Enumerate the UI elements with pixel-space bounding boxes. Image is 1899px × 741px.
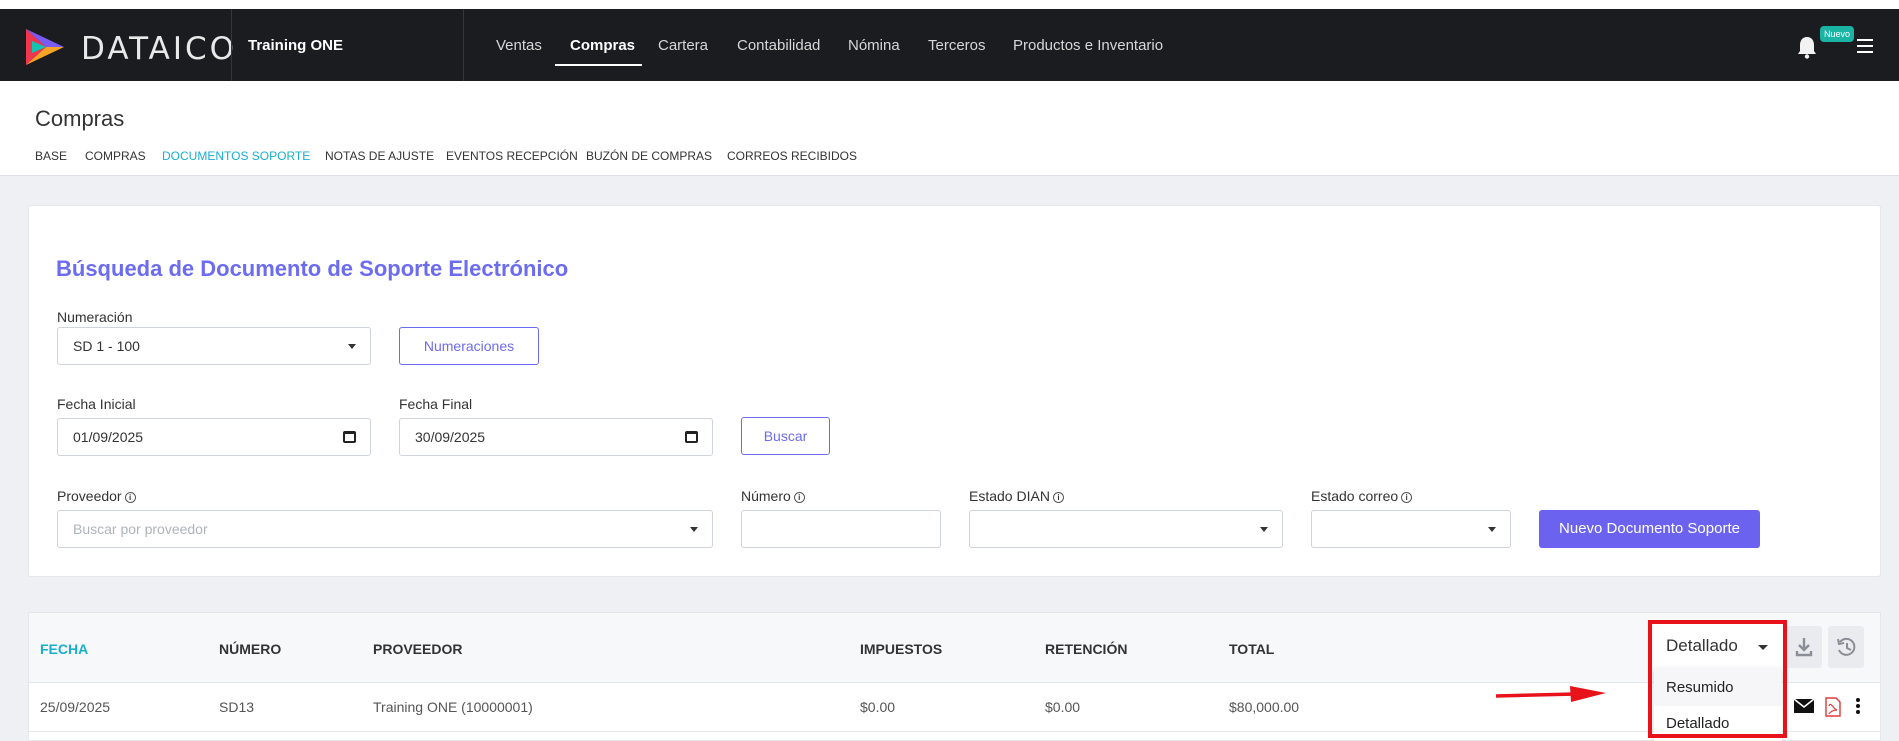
row-impuestos: $0.00 (860, 699, 896, 715)
results-table: FECHA NÚMERO PROVEEDOR IMPUESTOS RETENCI… (28, 612, 1881, 741)
column-retencion: RETENCIÓN (1045, 641, 1128, 657)
more-vertical-icon[interactable] (1855, 697, 1861, 715)
column-numero: NÚMERO (219, 641, 282, 657)
nav-nomina[interactable]: Nómina (848, 37, 900, 54)
download-icon (1795, 638, 1813, 657)
info-icon[interactable]: i (1401, 492, 1413, 503)
fecha-final-value: 30/09/2025 (415, 429, 486, 445)
row-proveedor: Training ONE (10000001) (373, 699, 533, 715)
row-divider (29, 731, 1880, 732)
nav-cartera[interactable]: Cartera (658, 37, 708, 54)
row-fecha: 25/09/2025 (40, 699, 111, 715)
divider (463, 9, 464, 81)
buscar-button[interactable]: Buscar (741, 417, 830, 455)
tab-base[interactable]: BASE (35, 149, 67, 163)
tab-compras[interactable]: COMPRAS (85, 149, 146, 163)
tab-correos-recibidos[interactable]: CORREOS RECIBIDOS (727, 149, 857, 163)
calendar-icon[interactable] (343, 431, 356, 443)
divider (231, 9, 232, 81)
arrow-annotation-icon (1495, 686, 1606, 702)
nav-productos-inventario[interactable]: Productos e Inventario (1013, 37, 1163, 54)
nuevo-documento-soporte-button[interactable]: Nuevo Documento Soporte (1539, 510, 1760, 548)
hamburger-menu-icon[interactable] (1857, 39, 1873, 53)
new-badge: Nuevo (1820, 26, 1854, 42)
nav-terceros[interactable]: Terceros (928, 37, 986, 54)
estado-dian-label-text: Estado DIAN (969, 488, 1050, 504)
estado-dian-label: Estado DIAN i (969, 488, 1064, 504)
column-fecha[interactable]: FECHA (40, 641, 88, 657)
nav-active-indicator (555, 64, 642, 66)
row-retencion: $0.00 (1045, 699, 1081, 715)
table-header: FECHA NÚMERO PROVEEDOR IMPUESTOS RETENCI… (29, 613, 1880, 683)
tab-documentos-soporte[interactable]: DOCUMENTOS SOPORTE (162, 149, 310, 163)
bell-icon[interactable] (1796, 35, 1818, 59)
fecha-inicial-input[interactable]: 01/09/2025 (57, 418, 371, 456)
nav-compras[interactable]: Compras (570, 37, 635, 54)
pdf-icon[interactable] (1825, 697, 1841, 717)
tab-eventos-recepcion[interactable]: EVENTOS RECEPCIÓN (446, 149, 578, 163)
proveedor-placeholder: Buscar por proveedor (73, 521, 208, 537)
fecha-final-label: Fecha Final (399, 396, 473, 412)
row-total: $80,000.00 (1229, 699, 1300, 715)
fecha-inicial-value: 01/09/2025 (73, 429, 144, 445)
numeracion-label: Numeración (57, 309, 133, 325)
nav-contabilidad[interactable]: Contabilidad (737, 37, 820, 54)
search-title: Búsqueda de Documento de Soporte Electró… (56, 256, 569, 281)
page-header: Compras BASE COMPRAS DOCUMENTOS SOPORTE … (0, 81, 1899, 176)
company-name[interactable]: Training ONE (248, 37, 343, 54)
history-icon (1837, 637, 1856, 656)
proveedor-select[interactable]: Buscar por proveedor (57, 510, 713, 548)
numero-input[interactable] (741, 510, 941, 548)
numeracion-value: SD 1 - 100 (73, 338, 140, 354)
numero-label: Número i (741, 488, 805, 504)
email-icon[interactable] (1793, 697, 1815, 715)
estado-correo-select[interactable] (1311, 510, 1511, 548)
calendar-icon[interactable] (685, 431, 698, 443)
column-proveedor: PROVEEDOR (373, 641, 463, 657)
history-button[interactable] (1828, 626, 1864, 668)
tab-notas-ajuste[interactable]: NOTAS DE AJUSTE (325, 149, 434, 163)
download-button[interactable] (1786, 626, 1822, 668)
row-numero[interactable]: SD13 (219, 699, 254, 715)
numeraciones-button[interactable]: Numeraciones (399, 327, 539, 365)
info-icon[interactable]: i (124, 492, 136, 503)
top-strip (0, 0, 1899, 9)
page-title: Compras (35, 106, 125, 131)
estado-correo-label: Estado correo i (1311, 488, 1413, 504)
info-icon[interactable]: i (793, 492, 805, 503)
fecha-final-input[interactable]: 30/09/2025 (399, 418, 713, 456)
dataico-logo-icon (26, 29, 64, 65)
numero-label-text: Número (741, 488, 791, 504)
column-total: TOTAL (1229, 641, 1275, 657)
proveedor-label-text: Proveedor (57, 488, 122, 504)
brand-name: DATAICO (81, 31, 238, 67)
nav-ventas[interactable]: Ventas (496, 37, 542, 54)
estado-dian-select[interactable] (969, 510, 1283, 548)
proveedor-label: Proveedor i (57, 488, 136, 504)
column-impuestos: IMPUESTOS (860, 641, 943, 657)
tab-buzon-compras[interactable]: BUZÓN DE COMPRAS (586, 149, 712, 163)
navbar: DATAICO Training ONE Ventas Compras Cart… (0, 9, 1899, 81)
highlight-box (1648, 620, 1787, 738)
numeracion-select[interactable]: SD 1 - 100 (57, 327, 371, 365)
fecha-inicial-label: Fecha Inicial (57, 396, 136, 412)
estado-correo-label-text: Estado correo (1311, 488, 1399, 504)
info-icon[interactable]: i (1052, 492, 1064, 503)
